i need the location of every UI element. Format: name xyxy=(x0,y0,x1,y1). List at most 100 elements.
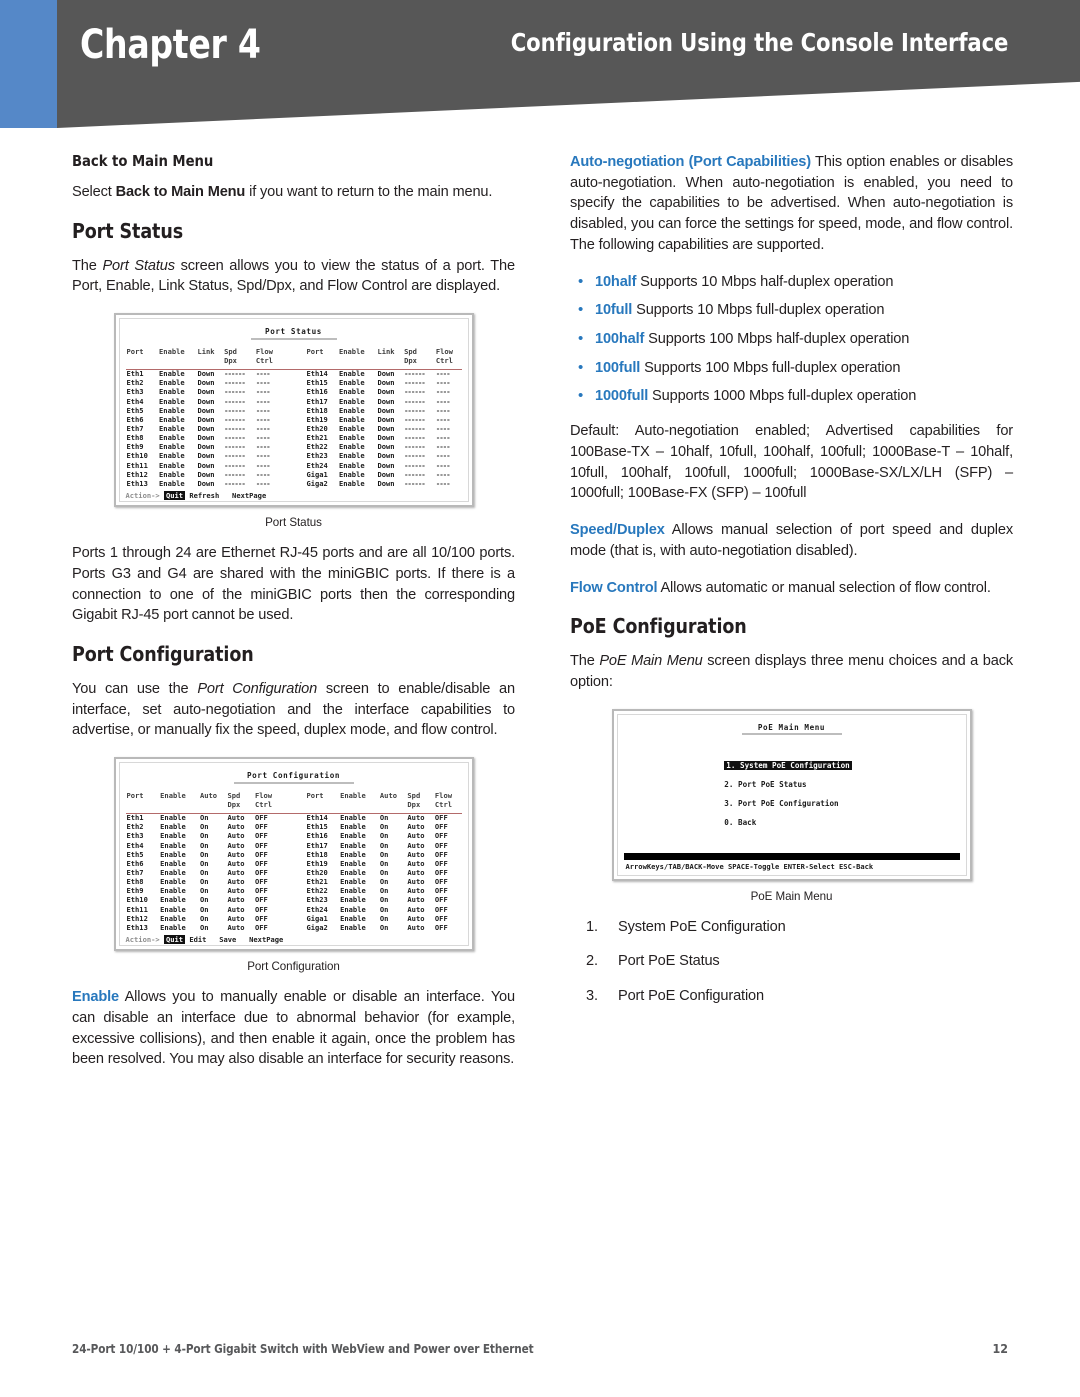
table-cell: Down xyxy=(197,451,215,461)
table-cell: On xyxy=(379,895,389,905)
action-nextpage-button[interactable]: NextPage xyxy=(249,935,283,944)
table-cell: OFF xyxy=(434,895,448,905)
action-quit-button[interactable]: Quit xyxy=(163,934,186,944)
column-gap xyxy=(281,479,305,488)
table-cell: ------ xyxy=(224,387,246,397)
table-cell: ---- xyxy=(255,478,271,488)
column-gap xyxy=(281,923,305,932)
table-cell: ------ xyxy=(404,387,426,397)
action-edit-button[interactable]: Edit xyxy=(189,935,206,944)
table-cell: Giga2 xyxy=(306,478,328,488)
table-cell: ------ xyxy=(404,396,426,406)
table-cell: Auto xyxy=(227,831,245,841)
table-cell: Auto xyxy=(227,840,245,850)
capability-label: 10full xyxy=(595,302,633,319)
table-cell: Enable xyxy=(339,478,365,488)
col-subheader-dpx-l: Dpx xyxy=(224,356,237,366)
table-cell: Eth17 xyxy=(306,840,328,850)
table-body-port-configuration: Eth1 Enable On Auto OFF Eth14 Enable On Auto OFF E… xyxy=(126,813,462,932)
term-flow-control: Flow Control xyxy=(570,579,658,596)
table-row: Eth4 Enable On Auto OFF Eth17 Enable On Auto OFF xyxy=(126,841,462,850)
col-header-port-r: Port xyxy=(306,791,324,801)
console-title: Port Status xyxy=(265,327,322,337)
column-gap xyxy=(281,813,305,823)
table-cell: ------ xyxy=(224,396,246,406)
table-cell: Down xyxy=(197,387,215,397)
paragraph-speed-duplex: Speed/Duplex Allows manual selection of … xyxy=(570,520,1013,561)
column-gap xyxy=(281,369,305,379)
column-gap xyxy=(281,841,305,850)
column-gap xyxy=(281,452,305,461)
term-auto-negotiation: Auto-negotiation (Port Capabilities) xyxy=(570,154,811,170)
col-subheader-dpx-r: Dpx xyxy=(407,800,421,810)
table-cell: ---- xyxy=(435,460,451,470)
table-cell: Eth24 xyxy=(306,904,328,914)
table-cell: Down xyxy=(377,451,395,461)
col-header-port-l: Port xyxy=(126,791,144,801)
col-subheader-ctrl-l: Ctrl xyxy=(254,800,273,810)
column-gap xyxy=(281,434,305,443)
menu-item-back[interactable]: 0. Back xyxy=(724,814,959,833)
column-gap xyxy=(281,859,305,868)
right-column: Auto-negotiation (Port Capabilities) Thi… xyxy=(570,152,1013,1021)
table-cell: ------ xyxy=(404,451,426,461)
table-row: Eth3 Enable Down ------ ---- Eth16 Enable Down -… xyxy=(126,388,462,397)
col-header-enable-r: Enable xyxy=(340,791,366,801)
table-cell: Enable xyxy=(160,895,186,905)
action-save-button[interactable]: Save xyxy=(219,935,236,944)
table-cell: Eth13 xyxy=(126,478,148,488)
col-subheader-ctrl-r: Ctrl xyxy=(435,356,453,366)
table-cell: Eth23 xyxy=(306,451,328,461)
text-pre: You can use the xyxy=(72,681,198,698)
table-cell: Enable xyxy=(160,840,186,850)
col-subheader-blank-2 xyxy=(159,801,199,810)
table-header-row-2: Dpx Ctrl Dpx Ctrl xyxy=(126,356,462,366)
col-subheader-dpx-r: Dpx xyxy=(404,356,417,366)
col-subheader-blank-5 xyxy=(339,801,379,810)
paragraph-auto-negotiation: Auto-negotiation (Port Capabilities) Thi… xyxy=(570,152,1013,256)
menu-item-port-poe-status[interactable]: 2. Port PoE Status xyxy=(724,776,959,795)
table-row: Eth11 Enable Down ------ ---- Eth24 Enable Down… xyxy=(126,461,462,470)
table-cell: Down xyxy=(377,460,395,470)
col-subheader-blank-4 xyxy=(305,357,338,366)
table-cell: Enable xyxy=(159,460,185,470)
list-item: 10full Supports 10 Mbps full-duplex oper… xyxy=(570,299,1013,321)
table-cell: Enable xyxy=(340,895,366,905)
table-row: Eth10 Enable On Auto OFF Eth23 Enable On Auto OFF xyxy=(126,896,462,905)
figure-port-configuration: Port Configuration Port Enable Auto Spd … xyxy=(72,757,515,973)
console-status-bar xyxy=(126,946,462,947)
table-cell: Down xyxy=(377,387,395,397)
table-cell: Eth4 xyxy=(126,840,144,850)
table-cell: Enable xyxy=(339,396,365,406)
table-cell: On xyxy=(199,904,209,914)
console-screen-port-configuration: Port Configuration Port Enable Auto Spd … xyxy=(119,763,468,947)
console-title-underline xyxy=(250,337,337,340)
table-cell: Enable xyxy=(339,451,365,461)
menu-item-system-poe-configuration[interactable]: 1. System PoE Configuration xyxy=(724,757,959,776)
header-blue-stripe xyxy=(0,0,57,128)
table-cell: Eth4 xyxy=(126,396,144,406)
col-header-port-r: Port xyxy=(306,347,324,357)
table-cell: Down xyxy=(197,460,215,470)
action-nextpage-button[interactable]: NextPage xyxy=(232,491,266,500)
figure-inner: Port Status Port Enable Link Spd Flow Po… xyxy=(118,318,469,503)
action-quit-button[interactable]: Quit xyxy=(163,490,186,500)
action-refresh-button[interactable]: Refresh xyxy=(189,491,219,500)
col-subheader-dpx-l: Dpx xyxy=(227,800,241,810)
text-pre: The xyxy=(570,653,600,670)
table-cell: OFF xyxy=(434,904,448,914)
col-subheader-blank-3 xyxy=(199,801,227,810)
table-cell: OFF xyxy=(434,831,448,841)
table-cell: Eth11 xyxy=(126,460,148,470)
figure-inner: Port Configuration Port Enable Auto Spd … xyxy=(118,762,469,947)
column-gap xyxy=(281,397,305,406)
menu-item-port-poe-configuration[interactable]: 3. Port PoE Configuration xyxy=(724,795,959,814)
term-enable-desc: Allows you to manually enable or disable… xyxy=(72,989,515,1068)
paragraph-back-to-main-menu: Select Back to Main Menu if you want to … xyxy=(72,182,515,203)
text-pre: Select xyxy=(72,184,116,200)
chapter-number: 4 xyxy=(237,22,261,68)
table-cell: Enable xyxy=(160,904,186,914)
capability-desc: Supports 10 Mbps full-duplex operation xyxy=(632,302,885,319)
text-italic: PoE Main Menu xyxy=(599,653,703,670)
column-gap xyxy=(281,914,305,923)
